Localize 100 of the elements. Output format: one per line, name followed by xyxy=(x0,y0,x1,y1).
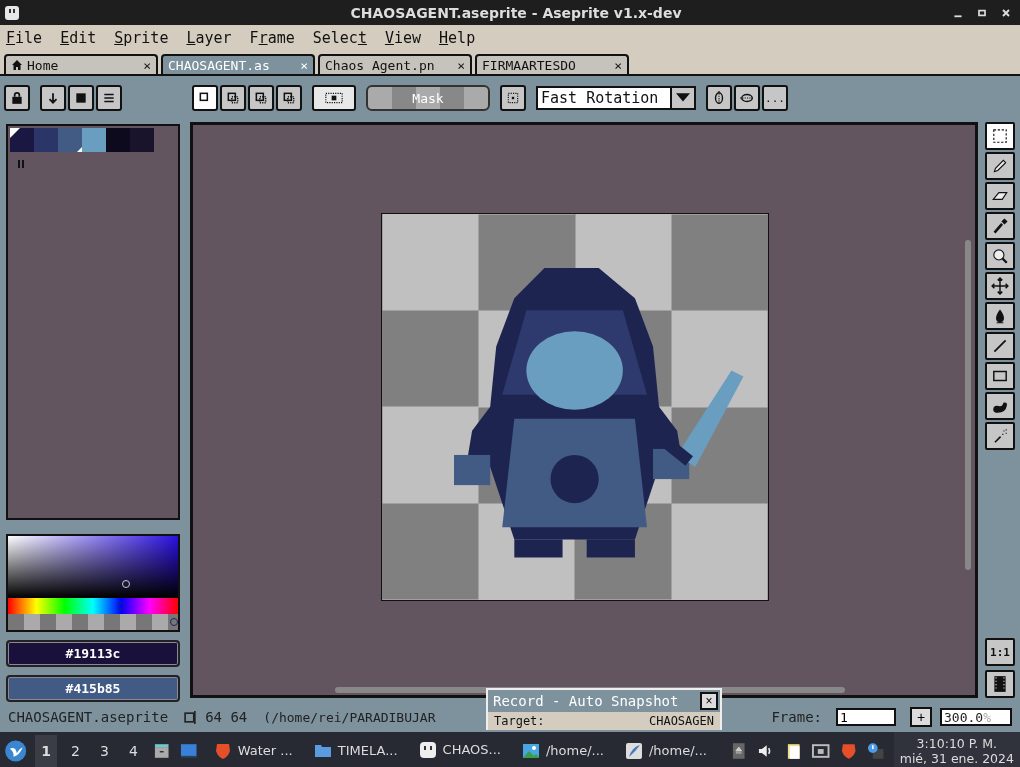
grid-button[interactable] xyxy=(500,85,526,111)
line-icon xyxy=(991,337,1009,355)
close-button[interactable]: × xyxy=(700,692,718,710)
tool-button[interactable] xyxy=(985,302,1015,330)
add-frame-button[interactable]: + xyxy=(910,707,932,727)
zoom-icon xyxy=(991,247,1009,265)
more-button[interactable]: ... xyxy=(762,85,788,111)
target-label: Target: xyxy=(494,714,545,728)
saturation-value-field[interactable] xyxy=(8,536,178,598)
menu-item[interactable]: Layer xyxy=(186,28,232,47)
menu-button[interactable] xyxy=(96,85,122,111)
tool-button[interactable] xyxy=(985,362,1015,390)
popup-title: Record - Auto Snapshot xyxy=(493,693,679,709)
frame-label: Frame: xyxy=(771,709,822,725)
document-tab[interactable]: FIRMAARTESDO × xyxy=(475,54,629,74)
document-tab[interactable]: Home × xyxy=(4,54,158,74)
square-button[interactable] xyxy=(68,85,94,111)
document-tab[interactable]: Chaos Agent.pn × xyxy=(318,54,472,74)
palette-swatch[interactable] xyxy=(130,128,154,152)
app-icon xyxy=(4,4,20,21)
workspace-button[interactable]: 4 xyxy=(122,734,144,767)
grid-icon xyxy=(506,91,520,105)
taskbar-app[interactable]: TIMELA... xyxy=(306,732,404,767)
flip-horizontal-icon xyxy=(740,91,754,105)
file-name: CHAOSAGENT.aseprite xyxy=(8,709,169,725)
palette-swatch[interactable] xyxy=(106,128,130,152)
app-icon xyxy=(417,739,438,760)
selection-mode-button[interactable] xyxy=(220,85,246,111)
tool-button[interactable] xyxy=(985,332,1015,360)
palette-swatch[interactable] xyxy=(82,128,106,152)
eyedropper-icon xyxy=(991,217,1009,235)
arrow-down-icon xyxy=(46,91,60,105)
feather-icon xyxy=(624,740,644,761)
flip-vertical-icon xyxy=(712,91,726,105)
close-icon[interactable] xyxy=(1000,6,1012,19)
move-icon xyxy=(991,277,1009,295)
selection-icon xyxy=(991,127,1009,145)
taskbar-app[interactable]: Water ... xyxy=(206,732,299,767)
film-strip-icon xyxy=(991,675,1009,693)
actual-size-button[interactable]: 1:1 xyxy=(985,638,1015,666)
tool-button[interactable] xyxy=(985,422,1015,450)
timeline-button[interactable] xyxy=(985,670,1015,698)
vertical-scrollbar[interactable] xyxy=(965,240,971,570)
start-menu-icon[interactable] xyxy=(4,738,28,763)
menu-icon xyxy=(102,91,116,105)
clock-date: mié, 31 ene. 2024 xyxy=(899,750,1014,766)
palette-swatch[interactable] xyxy=(58,128,82,152)
arrow-down-button[interactable] xyxy=(40,85,66,111)
tool-button[interactable] xyxy=(985,212,1015,240)
home-icon xyxy=(11,59,23,71)
menu-item[interactable]: Edit xyxy=(60,28,97,47)
tool-button[interactable] xyxy=(985,392,1015,420)
hue-slider[interactable] xyxy=(8,598,178,614)
rotation-dropdown[interactable]: Fast Rotation xyxy=(536,86,696,110)
lock-button[interactable] xyxy=(4,85,30,111)
taskbar-app[interactable]: /home/... xyxy=(618,732,713,767)
window-title: CHAOSAGENT.aseprite - Aseprite v1.x-dev xyxy=(350,3,682,22)
target-value: CHAOSAGEN xyxy=(648,714,714,728)
tool-button[interactable] xyxy=(985,152,1015,180)
workspace-button[interactable]: 1 xyxy=(35,734,58,767)
frame-field[interactable]: 1 xyxy=(836,708,896,726)
lock-icon xyxy=(10,91,24,105)
background-color-button[interactable]: #415b85 xyxy=(6,675,180,702)
file-path: (/home/rei/PARADIBUJAR xyxy=(263,709,436,725)
clock[interactable]: 3:10:10 P. M. mié, 31 ene. 2024 xyxy=(893,732,1020,767)
menu-item[interactable]: Help xyxy=(439,28,476,47)
foreground-color-button[interactable]: #19113c xyxy=(6,640,180,667)
pixel-grid-icon xyxy=(322,91,346,105)
workspace-button[interactable]: 2 xyxy=(65,734,87,767)
clock-time: 3:10:10 P. M. xyxy=(916,735,998,751)
square-icon xyxy=(74,91,88,105)
selection-mode-icon xyxy=(254,91,268,105)
taskbar-app[interactable]: CHAOS... xyxy=(411,732,507,767)
sprite-size: 64 64 xyxy=(205,709,248,725)
pencil-icon xyxy=(991,157,1009,175)
size-icon xyxy=(184,710,198,724)
workspace-button[interactable]: 3 xyxy=(94,734,115,767)
menu-item[interactable]: Sprite xyxy=(114,28,169,47)
tool-button[interactable] xyxy=(985,182,1015,210)
selection-mode-button[interactable] xyxy=(248,85,274,111)
zoom-field[interactable]: 300.0% xyxy=(940,708,1012,726)
menu-item[interactable]: Select xyxy=(312,28,367,47)
selection-mode-button[interactable] xyxy=(192,85,218,111)
menu-item[interactable]: View xyxy=(384,28,422,47)
notification-icon[interactable] xyxy=(866,740,886,761)
flip-vertical-button[interactable] xyxy=(706,85,732,111)
tool-button[interactable] xyxy=(985,122,1015,150)
flip-horizontal-button[interactable] xyxy=(734,85,760,111)
alpha-slider[interactable] xyxy=(8,614,178,630)
palette-swatch[interactable] xyxy=(10,128,34,152)
tool-button[interactable] xyxy=(985,272,1015,300)
selection-mode-button[interactable] xyxy=(276,85,302,111)
selection-mode-icon xyxy=(226,91,240,105)
resize-handle-icon[interactable] xyxy=(18,160,24,168)
taskbar-app[interactable]: /home/... xyxy=(514,732,610,767)
pixel-grid-button[interactable] xyxy=(312,85,356,111)
menu-item[interactable]: File xyxy=(6,28,43,47)
menu-item[interactable]: Frame xyxy=(249,28,295,47)
tool-button[interactable] xyxy=(985,242,1015,270)
palette-swatch[interactable] xyxy=(34,128,58,152)
